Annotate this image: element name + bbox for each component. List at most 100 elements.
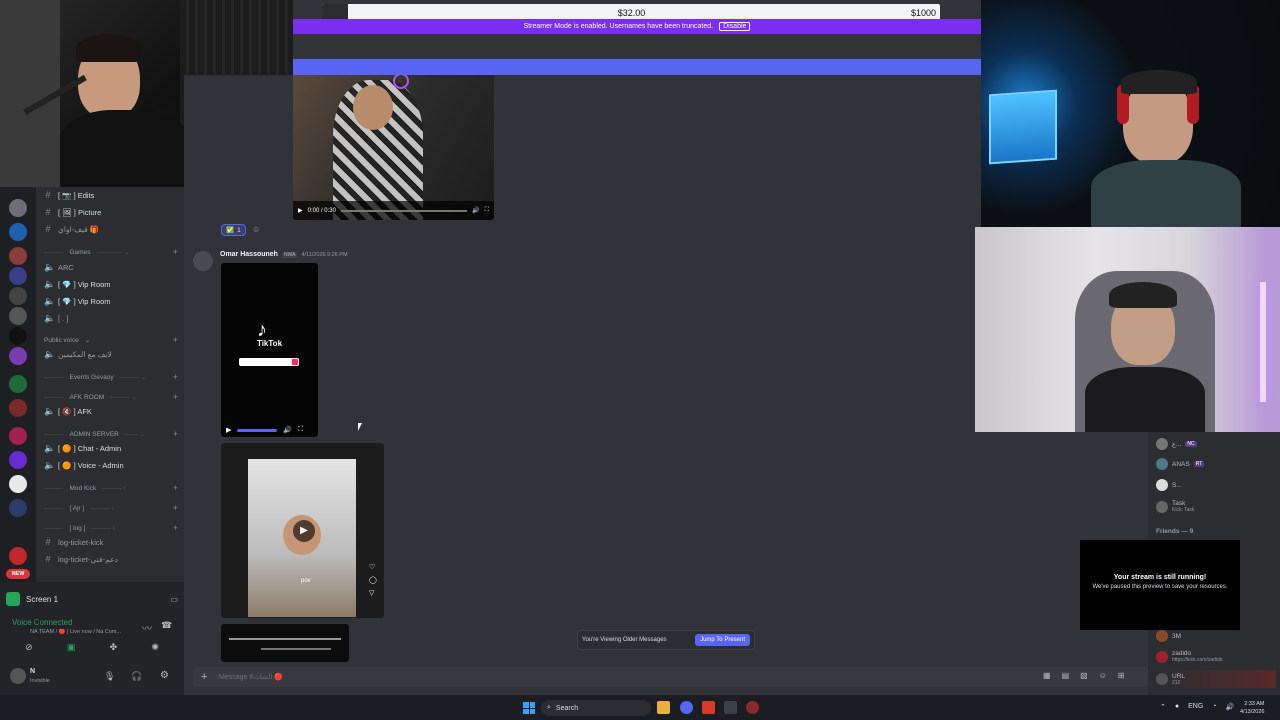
discord-taskbar-icon[interactable] xyxy=(680,701,693,714)
sticker-icon[interactable]: ▧ xyxy=(1080,671,1088,680)
video-embed-2[interactable]: ▶ pov ♡ ◯ ▽ xyxy=(221,443,384,618)
disable-streamer-mode-button[interactable]: Disable xyxy=(719,22,751,31)
clock[interactable]: 2:33 AM 4/13/2026 xyxy=(1240,700,1264,716)
headphones-icon[interactable]: 🎧 xyxy=(131,671,142,682)
apps-icon[interactable]: ⊞ xyxy=(1118,671,1125,680)
camera-off-icon[interactable]: ⊘ xyxy=(25,642,33,656)
tiktok-embed[interactable]: ♪ TikTok ▶ 🔊 ⛶ xyxy=(221,263,318,437)
gif-icon[interactable]: ▤ xyxy=(1062,671,1070,680)
category-ajr[interactable]: ———[ Ajr ] ——— › + xyxy=(44,501,178,515)
channel-chat-admin[interactable]: 🔈[ 🟠 ] Chat - Admin xyxy=(44,441,178,455)
channel-giveaway[interactable]: # قيف-اواي 🎁 xyxy=(44,222,178,236)
add-channel-icon[interactable]: + xyxy=(173,503,178,513)
member-item[interactable]: 3M xyxy=(1156,630,1181,642)
noise-suppression-icon[interactable]: 〰 xyxy=(142,620,152,635)
reaction-checkmark[interactable]: ✅ 1 xyxy=(221,224,246,236)
add-reaction-icon[interactable]: ☺ xyxy=(252,225,260,234)
file-explorer-icon[interactable] xyxy=(657,701,670,714)
message-author[interactable]: Omar Hassouneh xyxy=(220,251,278,258)
windows-start-icon[interactable] xyxy=(523,702,535,714)
category-admin-server[interactable]: ——— ADMIN SERVER —— ⌄ + xyxy=(44,427,178,441)
fullscreen-icon[interactable]: ⛶ xyxy=(298,426,303,434)
server-icon[interactable] xyxy=(9,267,27,285)
member-item[interactable]: URL 212 xyxy=(1156,670,1276,688)
channel-edits[interactable]: #[ 📷 ] Edits xyxy=(44,188,178,202)
server-icon[interactable] xyxy=(9,399,27,417)
play-icon[interactable]: ▶ xyxy=(226,426,231,434)
emoji-icon[interactable]: ☺ xyxy=(1099,671,1107,680)
screen-share-active-icon[interactable]: ▣ xyxy=(67,642,76,656)
message-composer[interactable]: + Message #الشات 🔴 xyxy=(193,667,1148,687)
server-icon[interactable] xyxy=(9,287,27,305)
soundboard-icon[interactable]: ✺ xyxy=(151,642,159,656)
category-afk-room[interactable]: ——— AFK ROOM ——— ⌄ + xyxy=(44,390,178,404)
channel-log-ticket-kick[interactable]: # log-ticket-kick xyxy=(44,535,178,549)
server-icon[interactable] xyxy=(9,347,27,365)
attach-plus-icon[interactable]: + xyxy=(201,671,207,683)
category-mod-kick[interactable]: ——— Mod Kick ——— › + xyxy=(44,481,178,495)
channel-vip-room-2[interactable]: 🔈[ 💎 ] Vip Room xyxy=(44,294,178,308)
member-item[interactable]: S... xyxy=(1156,479,1182,491)
category-games[interactable]: ——— Games ———— ⌄ + xyxy=(44,245,178,259)
add-channel-icon[interactable]: + xyxy=(173,247,178,257)
tray-app-icon[interactable]: ● xyxy=(1175,703,1179,711)
avatar[interactable] xyxy=(10,668,26,684)
channel-picture[interactable]: #[ 🖼 ] Picture xyxy=(44,205,178,219)
activities-icon[interactable]: ✤ xyxy=(110,642,118,656)
category-public-voice[interactable]: Public voice ⌄ + xyxy=(44,333,178,347)
add-channel-icon[interactable]: + xyxy=(173,392,178,402)
channel-voice-admin[interactable]: 🔈[ 🟠 ] Voice - Admin xyxy=(44,458,178,472)
video-progress[interactable] xyxy=(340,209,468,212)
avatar[interactable] xyxy=(193,251,213,271)
obs-taskbar-icon[interactable] xyxy=(746,701,759,714)
channel-log-ticket-support[interactable]: # log-ticket-دعم-فني xyxy=(44,552,178,566)
volume-icon[interactable]: 🔊 xyxy=(472,207,479,214)
server-icon[interactable] xyxy=(9,327,27,345)
add-channel-icon[interactable]: + xyxy=(173,523,178,533)
volume-tray-icon[interactable]: 🔊 xyxy=(1226,703,1235,711)
brave-taskbar-icon[interactable] xyxy=(702,701,715,714)
volume-icon[interactable]: 🔊 xyxy=(283,426,292,434)
category-log[interactable]: ———[ log ] ——— › + xyxy=(44,521,178,535)
server-icon[interactable] xyxy=(9,247,27,265)
server-icon[interactable] xyxy=(9,223,27,241)
play-icon[interactable]: ▶ xyxy=(298,207,303,214)
channel-vip-room[interactable]: 🔈[ 💎 ] Vip Room xyxy=(44,277,178,291)
microphone-icon[interactable]: 🎙 xyxy=(104,671,115,682)
video-embed-3[interactable] xyxy=(221,624,349,662)
server-icon[interactable] xyxy=(9,499,27,517)
server-icon[interactable] xyxy=(9,307,27,325)
member-item[interactable]: Task Kick: Task xyxy=(1156,500,1194,513)
server-icon[interactable] xyxy=(9,475,27,493)
add-channel-icon[interactable]: + xyxy=(173,429,178,439)
server-icon[interactable] xyxy=(9,547,27,565)
language-indicator[interactable]: ENG xyxy=(1188,703,1203,711)
tray-chevron-icon[interactable]: ⌃ xyxy=(1160,703,1166,711)
popout-icon[interactable]: ▭ xyxy=(170,595,178,604)
category-events[interactable]: ——— Events Gevaoy ——— ⌄ + xyxy=(44,370,178,384)
disconnect-icon[interactable]: ☎ xyxy=(161,620,172,631)
add-channel-icon[interactable]: + xyxy=(173,483,178,493)
jump-to-present-button[interactable]: Jump To Present xyxy=(695,634,750,646)
server-icon[interactable] xyxy=(9,451,27,469)
channel-arc[interactable]: 🔈 ARC xyxy=(44,260,178,274)
play-icon[interactable]: ▶ xyxy=(293,520,315,542)
server-icon[interactable] xyxy=(9,427,27,445)
member-item[interactable]: ع... NC xyxy=(1156,438,1197,450)
taskbar-search[interactable]: ⌕ Search xyxy=(541,700,651,716)
member-item[interactable]: ANAS RT xyxy=(1156,458,1205,470)
add-channel-icon[interactable]: + xyxy=(173,335,178,345)
add-channel-icon[interactable]: + xyxy=(173,372,178,382)
wifi-icon[interactable]: ◔ xyxy=(1212,703,1216,711)
channel-afk[interactable]: 🔈[ 🔇 ] AFK xyxy=(44,404,178,418)
server-icon[interactable] xyxy=(9,199,27,217)
fullscreen-icon[interactable]: ⛶ xyxy=(485,207,489,214)
channel-dot[interactable]: 🔈[ . ] xyxy=(44,311,178,325)
screen-share-row[interactable]: Screen 1 ▭ xyxy=(6,588,178,610)
member-item[interactable]: zadido https://kick.com/zadido xyxy=(1156,650,1223,663)
settings-gear-icon[interactable]: ⚙ xyxy=(160,670,169,681)
server-icon[interactable] xyxy=(9,375,27,393)
video-embed[interactable]: ▶ 0:00 / 0:30 🔊 ⛶ xyxy=(293,75,494,220)
volume-slider[interactable] xyxy=(237,428,278,432)
channel-live-voice[interactable]: 🔈 لايف مع المكيمين xyxy=(44,347,178,361)
